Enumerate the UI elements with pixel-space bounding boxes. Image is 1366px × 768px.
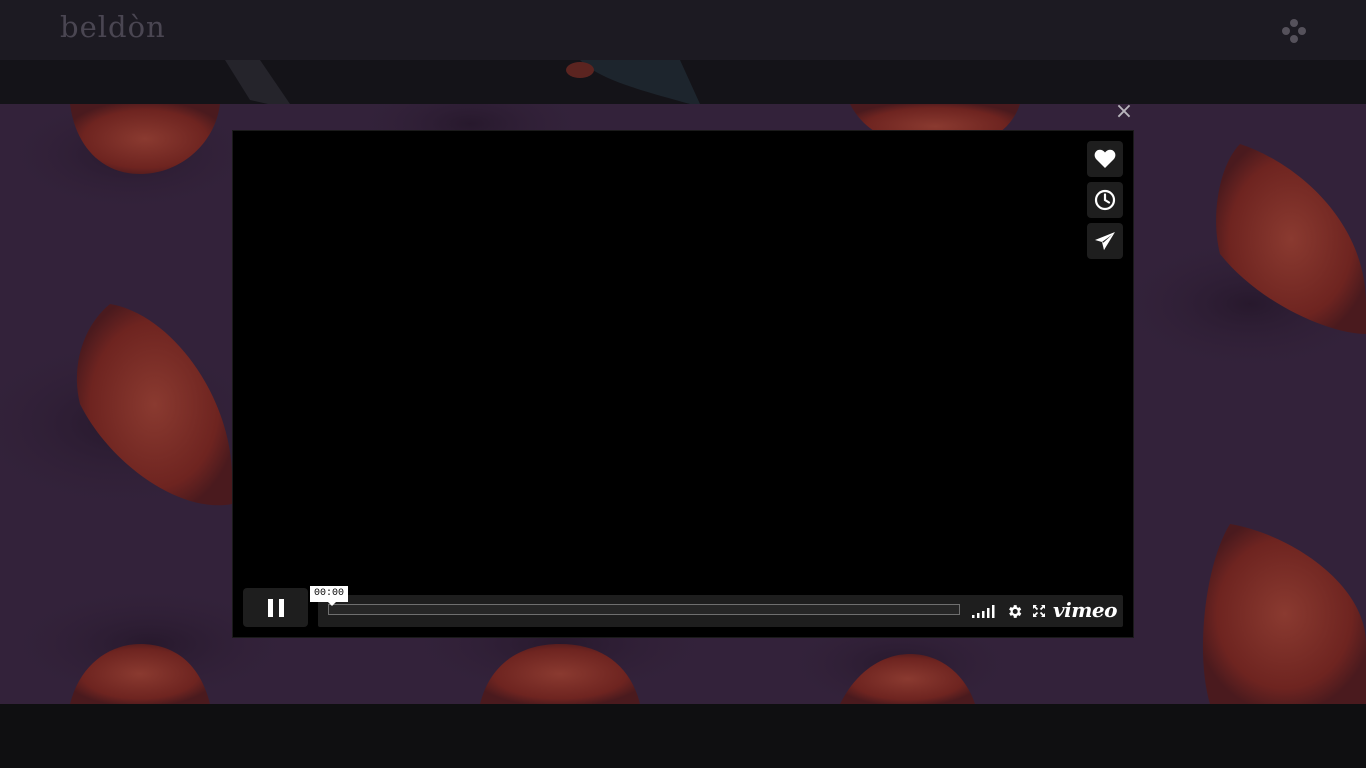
site-header: beldòn (0, 0, 1366, 60)
page-footer (0, 704, 1366, 768)
watch-later-button[interactable] (1087, 182, 1123, 218)
like-button[interactable] (1087, 141, 1123, 177)
vimeo-logo[interactable]: vimeo (1053, 598, 1117, 622)
clock-icon (1094, 189, 1116, 211)
volume-bars-icon[interactable] (972, 604, 996, 618)
time-tooltip: 00:00 (310, 586, 349, 606)
control-bar: vimeo (318, 595, 1123, 627)
share-button[interactable] (1087, 223, 1123, 259)
paper-plane-icon (1095, 232, 1115, 250)
progress-bar[interactable] (328, 604, 960, 615)
fullscreen-icon[interactable] (1032, 604, 1046, 618)
dots-menu-icon[interactable] (1280, 17, 1308, 45)
heart-icon (1094, 149, 1116, 168)
gear-icon[interactable] (1006, 603, 1023, 620)
glass-art-image (225, 60, 700, 104)
header-band (0, 60, 1366, 104)
close-button[interactable]: × (1113, 101, 1135, 123)
pause-button[interactable] (243, 588, 308, 627)
pause-icon (267, 598, 284, 617)
video-player[interactable]: vimeo 00:00 (233, 131, 1133, 637)
site-logo[interactable]: beldòn (60, 10, 166, 44)
